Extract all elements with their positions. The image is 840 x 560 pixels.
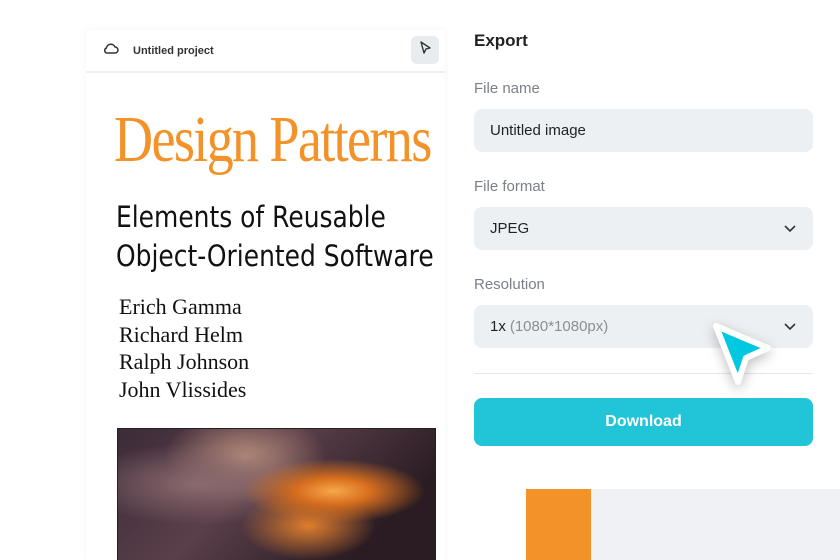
author: Erich Gamma [119,294,242,319]
file-name-value: Untitled image [490,122,586,139]
chevron-down-icon [783,221,797,239]
file-format-select[interactable]: JPEG [474,207,813,250]
chevron-down-icon [783,319,797,337]
resolution-label: Resolution [474,276,545,293]
resolution-scale: 1x [490,318,506,335]
file-name-label: File name [474,80,540,97]
download-button[interactable]: Download [474,398,813,446]
cloud-icon [103,41,119,60]
project-header: Untitled project [86,30,445,73]
pointer-icon [419,40,431,60]
cursor-icon [708,318,778,395]
author: Richard Helm [119,321,244,347]
cover-subtitle: Elements of Reusable Object-Oriented Soft… [116,198,434,276]
template-thumbnail[interactable] [526,489,840,560]
file-format-value: JPEG [490,220,530,237]
subtitle-line: Object-Oriented Software [116,239,434,273]
cover-title: Design Patterns [114,103,432,176]
author: Ralph Johnson [119,349,250,374]
export-heading: Export [474,31,528,50]
author: John Vlissides [119,376,247,402]
cover-artwork [117,428,436,560]
pointer-tool-button[interactable] [411,36,439,64]
thumbnail-accent [526,489,591,560]
subtitle-line: Elements of Reusable [116,200,386,234]
file-name-input[interactable]: Untitled image [474,109,813,152]
resolution-detail: (1080*1080px) [509,318,609,335]
canvas-preview: Untitled project Design Patterns Element… [86,30,445,560]
project-name[interactable]: Untitled project [133,45,214,57]
file-format-label: File format [474,178,545,195]
cover-authors: Erich Gamma Richard Helm Ralph Johnson J… [119,293,249,403]
